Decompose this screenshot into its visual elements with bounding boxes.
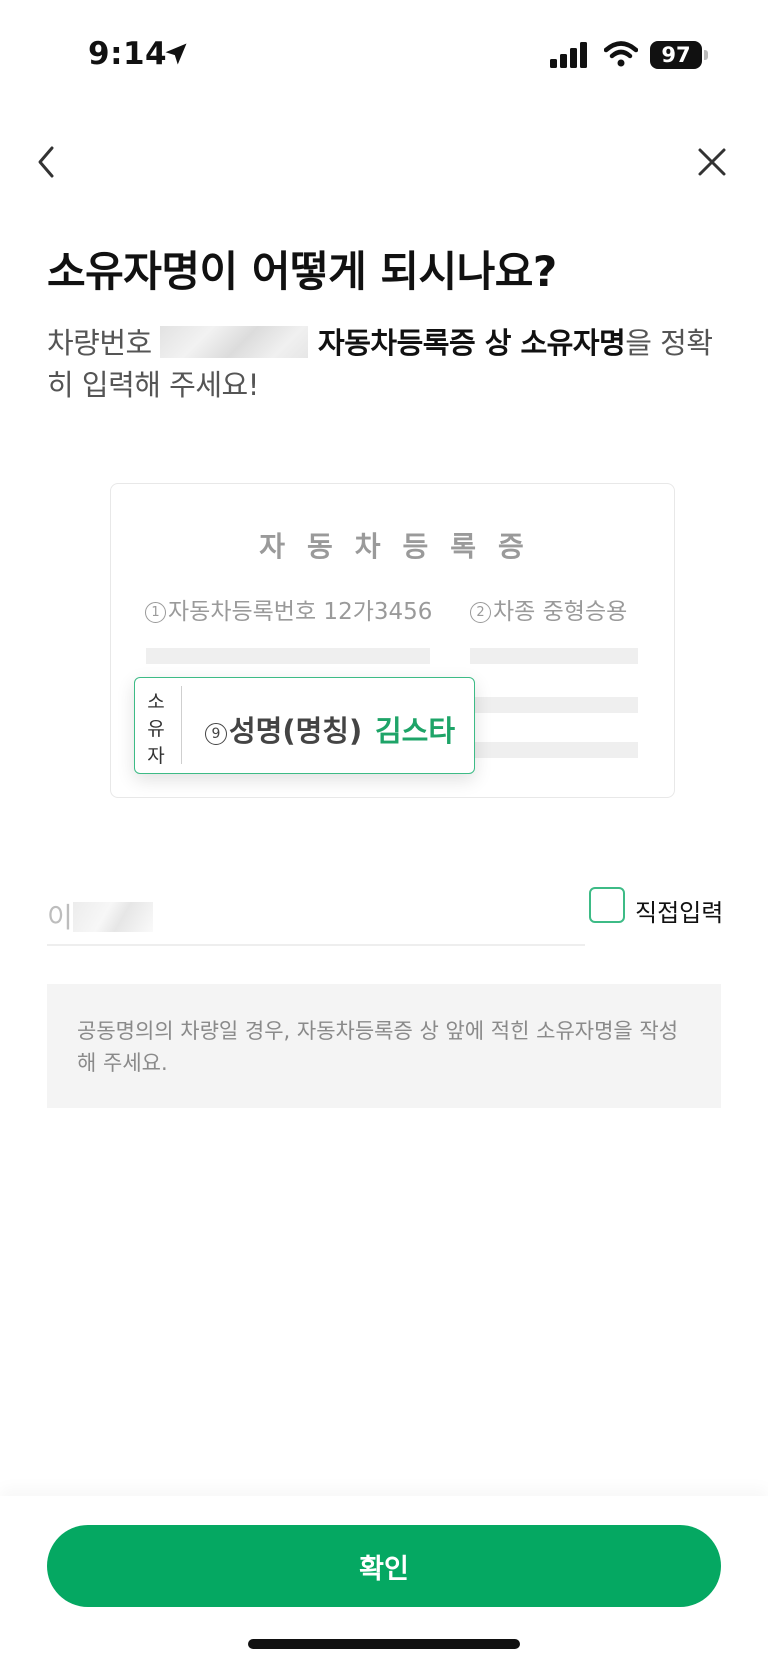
owner-field-label: 성명(명칭) bbox=[229, 714, 363, 748]
owner-name-field: 9 성명(명칭) bbox=[205, 708, 362, 750]
blurred-plate-number bbox=[160, 326, 309, 358]
manual-input-label[interactable]: 직접입력 bbox=[635, 893, 723, 928]
manual-input-checkbox[interactable] bbox=[589, 887, 625, 923]
placeholder-bar bbox=[470, 742, 638, 758]
owner-side-label: 소 유 자 bbox=[145, 689, 167, 770]
home-indicator bbox=[248, 1639, 520, 1649]
location-arrow-icon bbox=[165, 43, 187, 65]
owner-side-char: 소 bbox=[147, 691, 165, 713]
field-number-badge: 9 bbox=[205, 723, 227, 745]
close-icon[interactable] bbox=[696, 146, 728, 178]
placeholder-bar bbox=[470, 648, 638, 664]
page-description: 차량번호 자동차등록증 상 소유자명을 정확히 입력해 주세요! bbox=[47, 322, 737, 406]
desc-middle: 자동차등록증 상 소유자명 bbox=[308, 326, 626, 360]
divider bbox=[181, 686, 182, 764]
field-number-badge: 1 bbox=[145, 602, 166, 623]
owner-name-value[interactable]: 이 bbox=[47, 896, 153, 936]
status-time: 9:14 bbox=[88, 36, 168, 72]
card-field-2-text: 차종 중형승용 bbox=[493, 599, 628, 625]
card-field-registration-number: 1 자동차등록번호 12가3456 bbox=[145, 592, 432, 626]
owner-side-char: 자 bbox=[147, 745, 165, 767]
cellular-signal-icon bbox=[550, 42, 587, 68]
chevron-left-icon[interactable] bbox=[32, 142, 60, 182]
owner-example-name: 김스타 bbox=[375, 714, 456, 748]
field-number-badge: 2 bbox=[470, 602, 491, 623]
desc-prefix: 차량번호 bbox=[47, 326, 161, 360]
page-title: 소유자명이 어떻게 되시나요? bbox=[47, 247, 557, 296]
owner-name-text: 이 bbox=[47, 901, 73, 934]
joint-owner-notice: 공동명의의 차량일 경우, 자동차등록증 상 앞에 적힌 소유자명을 작성해 주… bbox=[47, 984, 721, 1108]
battery-tip bbox=[704, 50, 708, 60]
battery-level: 97 bbox=[661, 43, 691, 67]
blurred-name bbox=[72, 902, 153, 932]
wifi-icon bbox=[604, 41, 638, 67]
placeholder-bar bbox=[146, 648, 430, 664]
battery-icon: 97 bbox=[650, 41, 702, 69]
owner-side-char: 유 bbox=[147, 718, 165, 740]
card-title: 자동차등록증 bbox=[259, 530, 546, 563]
card-field-vehicle-type: 2 차종 중형승용 bbox=[470, 592, 627, 626]
placeholder-bar bbox=[470, 697, 638, 713]
confirm-button[interactable]: 확인 bbox=[47, 1525, 721, 1607]
card-field-1-text: 자동차등록번호 12가3456 bbox=[168, 599, 433, 625]
